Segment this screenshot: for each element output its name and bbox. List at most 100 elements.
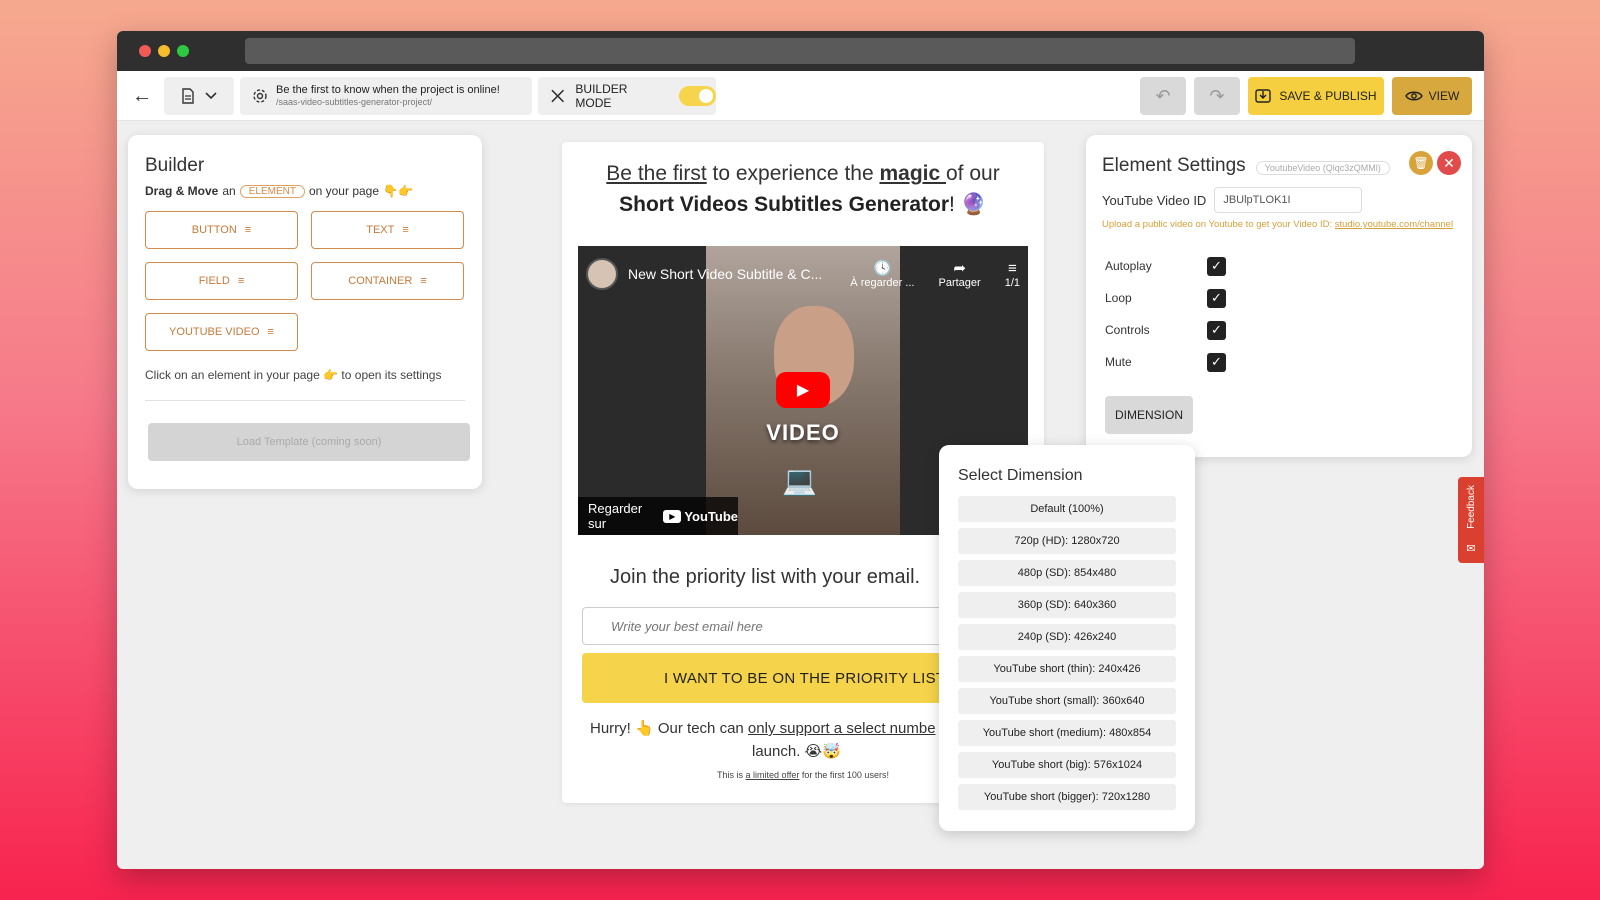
watch-on-label: Regarder sur <box>588 501 643 531</box>
arrow-left-icon: ← <box>132 84 152 107</box>
page-selector-button[interactable] <box>164 77 234 115</box>
gear-icon <box>253 89 267 103</box>
element-container-label: CONTAINER <box>348 275 413 287</box>
option-controls-label: Controls <box>1105 323 1150 337</box>
youtube-brand-text: YouTube <box>684 508 738 524</box>
hurry-text[interactable]: Hurry! 👆 Our tech can only support a sel… <box>590 719 936 737</box>
checkmark-icon: ✓ <box>1211 290 1222 305</box>
playlist-action[interactable]: ≡ 1/1 <box>1005 260 1020 289</box>
youtube-studio-link[interactable]: studio.youtube.com/channel <box>1335 219 1453 230</box>
dimension-options: Default (100%) 720p (HD): 1280x720 480p … <box>958 496 1176 810</box>
close-window-dot[interactable] <box>139 45 151 57</box>
share-label: Partager <box>938 277 981 289</box>
hero-headline[interactable]: Be the first to experience the magic of … <box>562 162 1044 186</box>
hero-magic-text: magic <box>879 162 946 185</box>
hand-pointing-icon: 👇👉 <box>383 184 413 198</box>
play-button[interactable]: ▶ <box>776 372 830 408</box>
option-autoplay-row: Autoplay ✓ <box>1105 250 1456 282</box>
save-icon <box>1255 89 1272 103</box>
drag-handle-icon: ≡ <box>402 224 409 236</box>
element-pill: ELEMENT <box>239 184 305 198</box>
feedback-tab[interactable]: Feedback ✉ <box>1458 477 1484 563</box>
element-container-button[interactable]: CONTAINER ≡ <box>311 262 464 300</box>
element-text-button[interactable]: TEXT ≡ <box>311 211 464 249</box>
hurry-text-line2[interactable]: launch. 😭🤯 <box>752 742 841 760</box>
save-publish-button[interactable]: SAVE & PUBLISH <box>1248 77 1384 115</box>
dimension-option[interactable]: 360p (SD): 640x360 <box>958 592 1176 618</box>
offer-suffix: for the first 100 users! <box>799 770 889 780</box>
dimension-option[interactable]: YouTube short (small): 360x640 <box>958 688 1176 714</box>
browser-window: ← Be the first to know when the project … <box>117 31 1484 869</box>
watch-later-label: À regarder ... <box>850 277 915 289</box>
delete-element-button[interactable]: 🗑 <box>1409 151 1433 175</box>
hurry-link[interactable]: only support a select numbe <box>748 720 936 737</box>
tools-icon <box>551 89 565 103</box>
dimension-option[interactable]: 480p (SD): 854x480 <box>958 560 1176 586</box>
dimension-option[interactable]: 720p (HD): 1280x720 <box>958 528 1176 554</box>
builder-divider <box>145 400 465 401</box>
option-mute-label: Mute <box>1105 355 1132 369</box>
redo-button[interactable]: ↷ <box>1194 77 1240 115</box>
feedback-label: Feedback <box>1465 485 1477 529</box>
settings-title: Element Settings <box>1102 155 1246 176</box>
youtube-logo: ▶ YouTube <box>663 509 738 524</box>
dimension-option[interactable]: YouTube short (thin): 240x426 <box>958 656 1176 682</box>
hurry-line2-text: launch. <box>752 743 801 760</box>
priority-list-button[interactable]: I WANT TO BE ON THE PRIORITY LIST <box>582 653 952 703</box>
dimension-option[interactable]: Default (100%) <box>958 496 1176 522</box>
view-button[interactable]: VIEW <box>1392 77 1472 115</box>
redo-icon: ↷ <box>1209 85 1225 106</box>
video-id-input[interactable] <box>1214 187 1363 213</box>
feedback-icon: ✉ <box>1466 543 1476 555</box>
element-button-button[interactable]: BUTTON ≡ <box>145 211 298 249</box>
autoplay-checkbox[interactable]: ✓ <box>1207 256 1226 276</box>
dimension-button[interactable]: DIMENSION <box>1105 396 1193 434</box>
share-action[interactable]: ➦ Partager <box>939 259 981 289</box>
crystal-ball-icon: 🔮 <box>960 193 987 216</box>
builder-mode-label: BUILDER MODE <box>575 82 628 110</box>
mute-checkbox[interactable]: ✓ <box>1207 352 1226 372</box>
close-settings-button[interactable]: ✕ <box>1437 151 1461 175</box>
back-button[interactable]: ← <box>127 77 157 115</box>
drag-suffix-text: on your page <box>308 184 380 198</box>
video-id-help: Upload a public video on Youtube to get … <box>1102 219 1456 230</box>
dimension-option[interactable]: YouTube short (bigger): 720x1280 <box>958 784 1176 810</box>
project-path: /saas-video-subtitles-generator-project/ <box>276 97 433 107</box>
hero-subheadline[interactable]: Short Videos Subtitles Generator! 🔮 <box>562 193 1044 217</box>
minimize-window-dot[interactable] <box>158 45 170 57</box>
option-loop-label: Loop <box>1105 291 1132 305</box>
dimension-option[interactable]: 240p (SD): 426x240 <box>958 624 1176 650</box>
drag-handle-icon: ≡ <box>244 224 252 236</box>
url-bar[interactable] <box>245 38 1355 64</box>
undo-button[interactable]: ↶ <box>1140 77 1186 115</box>
join-text[interactable]: Join the priority list with your email. <box>610 566 920 589</box>
dimension-option[interactable]: YouTube short (big): 576x1024 <box>958 752 1176 778</box>
watch-later-action[interactable]: 🕓 À regarder ... <box>850 259 914 289</box>
video-title[interactable]: New Short Video Subtitle & C... <box>628 266 826 282</box>
channel-avatar[interactable] <box>586 258 618 290</box>
element-field-button[interactable]: FIELD ≡ <box>145 262 298 300</box>
element-grid: BUTTON ≡ TEXT ≡ FIELD ≡ CONTAINER ≡ YOUTUBE … <box>145 211 465 351</box>
element-youtube-video-button[interactable]: YOUTUBE VIDEO ≡ <box>145 313 298 351</box>
save-publish-label: SAVE & PUBLISH <box>1279 89 1377 103</box>
load-template-button[interactable]: Load Template (coming soon) <box>148 423 470 461</box>
undo-icon: ↶ <box>1155 85 1171 106</box>
video-title-bar: New Short Video Subtitle & C... 🕓 À rega… <box>586 254 1020 294</box>
dimension-dropdown-title: Select Dimension <box>958 467 1083 484</box>
checkmark-icon: ✓ <box>1211 322 1222 337</box>
video-options-list: Autoplay ✓ Loop ✓ Controls ✓ Mute ✓ <box>1105 250 1456 378</box>
email-input[interactable] <box>582 607 952 645</box>
maximize-window-dot[interactable] <box>177 45 189 57</box>
hand-right-icon: 👉 <box>323 368 339 382</box>
dimension-option[interactable]: YouTube short (medium): 480x854 <box>958 720 1176 746</box>
loop-checkbox[interactable]: ✓ <box>1207 288 1226 308</box>
project-title: Be the first to know when the project is… <box>276 84 500 96</box>
offer-link[interactable]: a limited offer <box>746 770 800 780</box>
builder-mode-toggle[interactable] <box>679 86 716 106</box>
editor-toolbar: ← Be the first to know when the project … <box>117 71 1484 121</box>
drag-an-text: an <box>222 184 236 198</box>
controls-checkbox[interactable]: ✓ <box>1207 320 1226 340</box>
project-settings-button[interactable]: Be the first to know when the project is… <box>240 77 532 115</box>
view-label: VIEW <box>1428 89 1460 103</box>
watch-on-youtube-bar[interactable]: Regarder sur ▶ YouTube <box>578 497 738 535</box>
